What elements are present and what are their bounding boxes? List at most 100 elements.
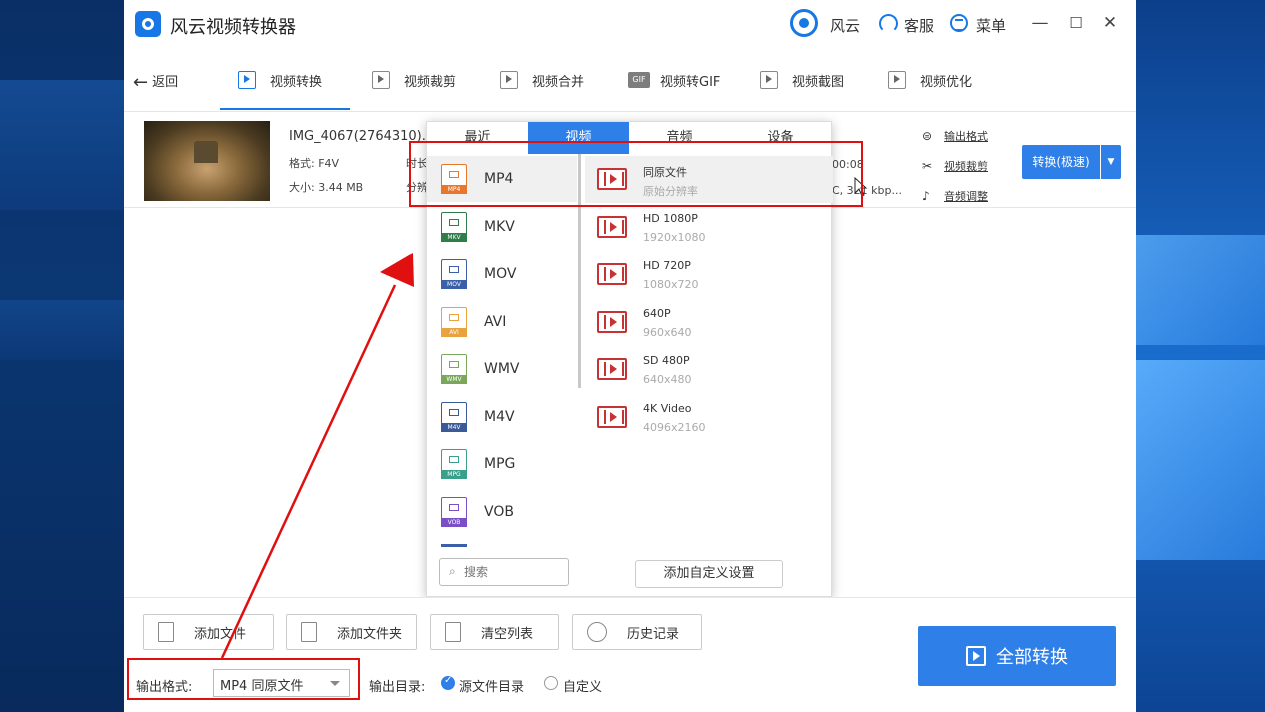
add-file-button[interactable]: 添加文件 — [143, 614, 274, 650]
mov-file-icon: MOV — [441, 259, 467, 289]
format-tag: VOB — [441, 518, 467, 527]
tab-label: 视频优化 — [920, 74, 973, 90]
add-file-icon — [158, 622, 174, 642]
next-format-partial — [441, 544, 467, 547]
file-size: 大小: 3.44 MB — [289, 181, 364, 194]
video-film-icon — [597, 358, 627, 380]
m4v-file-icon: M4V — [441, 402, 467, 432]
avi-file-icon: AVI — [441, 307, 467, 337]
resolution-item-4k[interactable]: 4K Video 4096x2160 — [585, 394, 833, 441]
output-format-link-label: 输出格式 — [944, 130, 988, 143]
format-item-mpg[interactable]: MPG MPG — [427, 441, 577, 487]
tab-label: 视频裁剪 — [404, 74, 457, 90]
clear-list-button[interactable]: 清空列表 — [430, 614, 559, 650]
back-button[interactable]: ← 返回 — [133, 71, 178, 93]
mkv-file-icon: MKV — [441, 212, 467, 242]
resolution-name: 640P — [643, 307, 671, 320]
clear-list-label: 清空列表 — [481, 626, 534, 642]
format-label: AVI — [484, 314, 507, 330]
audio-adjust-link-label: 音频调整 — [944, 190, 988, 203]
user-label[interactable]: 风云 — [830, 15, 860, 36]
history-button[interactable]: 历史记录 — [572, 614, 702, 650]
resolution-detail: 960x640 — [643, 326, 692, 339]
convert-fast-button[interactable]: 转换(极速) — [1022, 145, 1100, 179]
output-format-link[interactable]: ⊜ 输出格式 — [922, 128, 988, 144]
headset-icon[interactable] — [879, 14, 898, 33]
convert-all-label: 全部转换 — [996, 647, 1068, 668]
format-item-m4v[interactable]: M4V M4V — [427, 394, 577, 440]
add-folder-label: 添加文件夹 — [337, 626, 403, 642]
settings-icon: ⊜ — [922, 129, 933, 143]
service-label[interactable]: 客服 — [904, 15, 934, 36]
audio-icon: ♪ — [922, 189, 930, 203]
tab-video-screenshot[interactable]: 视频截图 — [760, 68, 844, 92]
tab-video-convert[interactable]: 视频转换 — [238, 68, 322, 92]
resolution-item-1080p[interactable]: HD 1080P 1920x1080 — [585, 204, 833, 251]
radio-custom-dir[interactable] — [544, 676, 558, 690]
close-button[interactable]: ✕ — [1100, 12, 1120, 34]
app-title: 风云视频转换器 — [170, 17, 296, 38]
app-window: 风云视频转换器 风云 客服 菜单 — ☐ ✕ ← 返回 视频转换 视频裁剪 视频合… — [124, 0, 1136, 712]
annotation-highlight-box — [409, 141, 863, 207]
format-item-vob[interactable]: VOB VOB — [427, 489, 577, 535]
chevron-down-icon[interactable]: ▼ — [1101, 145, 1121, 179]
format-tag: MKV — [441, 233, 467, 242]
resolution-detail: 4096x2160 — [643, 421, 706, 434]
format-tag: MOV — [441, 280, 467, 289]
video-film-icon — [597, 311, 627, 333]
format-item-wmv[interactable]: WMV WMV — [427, 346, 577, 392]
tab-video-optimize[interactable]: 视频优化 — [888, 68, 972, 92]
radio-source-dir[interactable] — [441, 675, 455, 690]
format-item-mkv[interactable]: MKV MKV — [427, 204, 577, 250]
play-icon — [966, 646, 986, 666]
menu-label[interactable]: 菜单 — [976, 15, 1006, 36]
sliders-icon — [888, 71, 906, 89]
resolution-name: 4K Video — [643, 402, 692, 415]
format-label: MPG — [484, 456, 516, 472]
add-file-label: 添加文件 — [194, 626, 247, 642]
add-folder-button[interactable]: 添加文件夹 — [286, 614, 417, 650]
resolution-name: HD 1080P — [643, 212, 698, 225]
add-custom-setting-button[interactable]: 添加自定义设置 — [635, 560, 783, 588]
format-label: MOV — [484, 266, 517, 282]
radio-source-dir-label[interactable]: 源文件目录 — [459, 676, 524, 695]
resolution-item-720p[interactable]: HD 720P 1080x720 — [585, 251, 833, 298]
video-thumbnail[interactable] — [144, 121, 270, 201]
resolution-item-480p[interactable]: SD 480P 640x480 — [585, 346, 833, 393]
resolution-detail: 640x480 — [643, 373, 692, 386]
menu-icon[interactable] — [950, 14, 968, 32]
minimize-button[interactable]: — — [1030, 12, 1050, 34]
video-film-icon — [597, 216, 627, 238]
tab-label: 视频转GIF — [660, 74, 721, 90]
format-label: WMV — [484, 361, 520, 377]
video-trim-link[interactable]: ✂ 视频裁剪 — [922, 158, 988, 174]
file-format: 格式: F4V — [289, 157, 340, 170]
history-label: 历史记录 — [627, 626, 680, 642]
maximize-button[interactable]: ☐ — [1066, 12, 1086, 34]
vob-file-icon: VOB — [441, 497, 467, 527]
tab-video-to-gif[interactable]: GIF 视频转GIF — [628, 68, 720, 92]
video-film-icon — [597, 406, 627, 428]
video-trim-link-label: 视频裁剪 — [944, 160, 988, 173]
resolution-list: 同原文件 原始分辨率 HD 1080P 1920x1080 HD 720P 10… — [585, 154, 833, 554]
resolution-name: SD 480P — [643, 354, 690, 367]
audio-adjust-link[interactable]: ♪ 音频调整 — [922, 188, 988, 204]
image-icon — [760, 71, 778, 89]
format-search[interactable]: ⌕ — [439, 558, 569, 586]
tab-video-merge[interactable]: 视频合并 — [500, 68, 584, 92]
arrow-left-icon: ← — [133, 72, 149, 93]
radio-custom-dir-label[interactable]: 自定义 — [563, 676, 602, 695]
convert-all-button[interactable]: 全部转换 — [918, 626, 1116, 686]
add-folder-icon — [301, 622, 317, 642]
format-label: VOB — [484, 504, 514, 520]
format-search-input[interactable] — [464, 563, 564, 581]
user-avatar-icon[interactable] — [790, 9, 818, 37]
format-item-mov[interactable]: MOV MOV — [427, 251, 577, 297]
tab-video-trim[interactable]: 视频裁剪 — [372, 68, 456, 92]
resolution-detail: 1080x720 — [643, 278, 699, 291]
format-item-avi[interactable]: AVI AVI — [427, 299, 577, 345]
back-label: 返回 — [152, 75, 179, 90]
app-logo-icon — [135, 11, 161, 37]
resolution-item-640p[interactable]: 640P 960x640 — [585, 299, 833, 346]
resolution-name: HD 720P — [643, 259, 691, 272]
